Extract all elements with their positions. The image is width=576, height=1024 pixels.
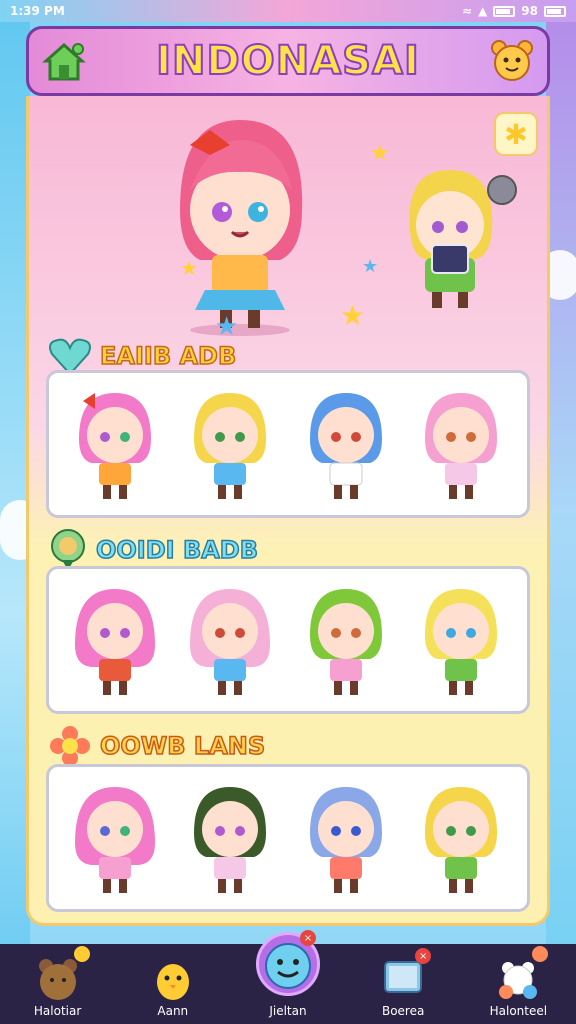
background-right	[546, 0, 576, 1024]
character-card[interactable]	[65, 773, 165, 903]
character-card[interactable]	[296, 379, 396, 509]
character-card[interactable]	[180, 379, 280, 509]
nav-label: Jieltan	[269, 1004, 307, 1018]
section-title: EAIIB ADB	[99, 341, 237, 371]
notification-badge	[73, 946, 90, 962]
section-title: OOWB LANS	[99, 731, 266, 761]
character-row	[46, 566, 530, 714]
character-card[interactable]	[411, 773, 511, 903]
hero-scene: ★ ★ ★ ★ ★	[40, 110, 540, 342]
nav-item-halonteel[interactable]: Halonteel	[468, 946, 568, 1018]
svg-text:★: ★	[180, 256, 198, 280]
character-card[interactable]	[296, 575, 396, 705]
character-card[interactable]	[180, 773, 280, 903]
character-row	[46, 370, 530, 518]
character-card[interactable]	[65, 575, 165, 705]
character-row	[46, 764, 530, 912]
close-badge-icon: ×	[415, 948, 432, 964]
nav-item-halotiar[interactable]: Halotiar	[8, 946, 108, 1018]
bear-avatar-icon	[491, 40, 533, 81]
sparkle-button[interactable]: ✱	[494, 112, 538, 156]
svg-text:★: ★	[362, 256, 378, 277]
bear-icon	[38, 959, 77, 1000]
status-bar: 1:39 PM ≈ ▲ 98	[0, 0, 576, 22]
section-header: OOWB LANS	[48, 724, 266, 768]
nav-label: Aann	[157, 1004, 189, 1018]
nav-item-jieltan[interactable]: Jieltan ×	[238, 930, 338, 1018]
nav-item-aann[interactable]: Aann	[123, 954, 223, 1018]
home-button[interactable]	[39, 36, 89, 86]
character-card[interactable]	[411, 575, 511, 705]
battery-icon-2	[544, 5, 566, 17]
bottom-nav: Halotiar Aann Jieltan × Boerea × Halonte…	[0, 930, 576, 1024]
smiley-icon	[264, 943, 311, 989]
nav-item-boerea[interactable]: Boerea ×	[353, 948, 453, 1018]
notification-badge	[532, 946, 549, 962]
character-card[interactable]	[180, 575, 280, 705]
svg-text:★: ★	[370, 141, 390, 166]
page-title: INDONASAI	[155, 37, 420, 85]
status-battery-text: 98	[521, 4, 538, 18]
svg-text:★: ★	[340, 299, 365, 332]
section-title: OOIDI BADB	[95, 535, 259, 565]
character-card[interactable]	[296, 773, 396, 903]
wifi-icon: ≈	[462, 4, 473, 18]
close-badge-icon: ×	[299, 930, 316, 946]
home-icon	[42, 42, 86, 81]
chick-icon	[156, 964, 189, 1000]
status-icons: ≈ ▲ 98	[462, 4, 566, 18]
header-bar: INDONASAI	[26, 26, 550, 96]
signal-icon: ▲	[478, 4, 488, 18]
nav-label: Boerea	[381, 1004, 425, 1018]
profile-button[interactable]	[487, 36, 537, 86]
character-card[interactable]	[65, 379, 165, 509]
nav-label: Halotiar	[33, 1004, 82, 1018]
hero-characters-illustration: ★ ★ ★ ★ ★	[180, 120, 517, 342]
character-card[interactable]	[411, 379, 511, 509]
sparkle-icon: ✱	[504, 117, 528, 151]
status-time: 1:39 PM	[10, 4, 65, 18]
toys-icon	[499, 962, 538, 999]
flower-icon	[50, 726, 90, 766]
battery-icon	[493, 5, 516, 17]
nav-label: Halonteel	[489, 1004, 548, 1018]
